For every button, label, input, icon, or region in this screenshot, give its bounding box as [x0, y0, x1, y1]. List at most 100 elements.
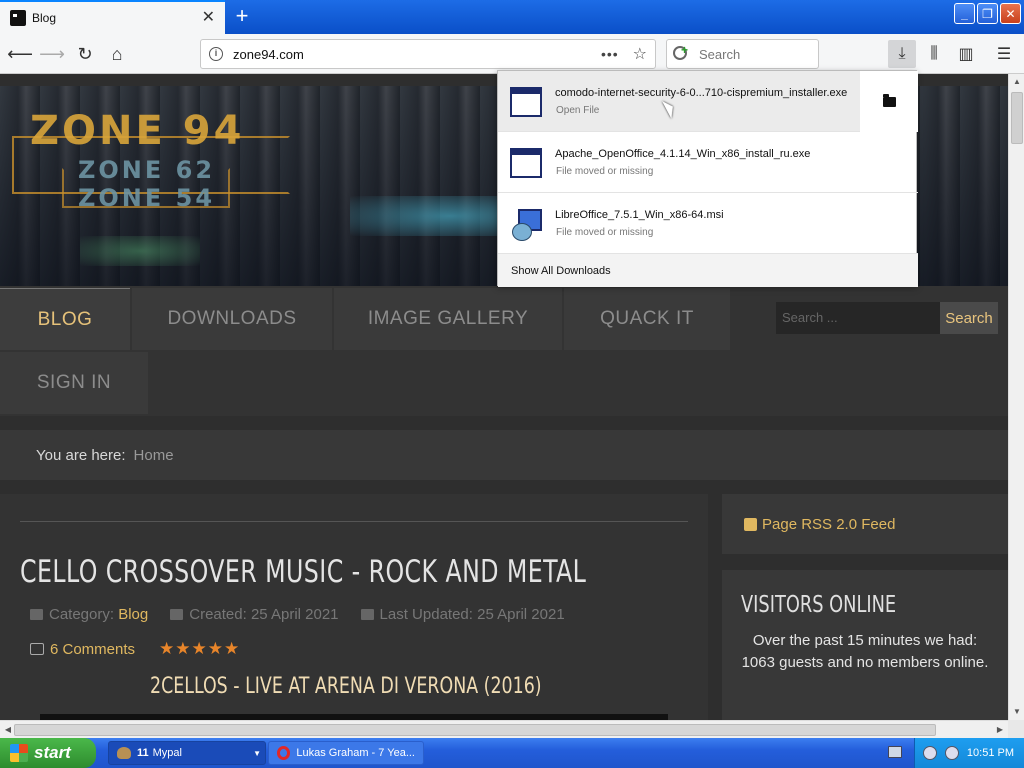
visitors-module: VISITORS ONLINE Over the past 15 minutes…: [722, 570, 1008, 720]
updated-date: Last Updated: 25 April 2021: [379, 606, 565, 623]
calendar-icon: [170, 609, 184, 620]
page-actions-icon[interactable]: •••: [601, 46, 619, 62]
download-filename: comodo-internet-security-6-0...710-cispr…: [555, 87, 848, 99]
download-filename: LibreOffice_7.5.1_Win_x86-64.msi: [555, 209, 724, 221]
minimize-button[interactable]: _: [954, 3, 975, 24]
windows-flag-icon: [10, 744, 28, 762]
downloads-icon[interactable]: ⤓: [888, 40, 916, 68]
open-folder-button[interactable]: [860, 71, 918, 132]
comments-row: 6 Comments ★★★★★: [30, 639, 240, 659]
download-filename: Apache_OpenOffice_4.1.14_Win_x86_install…: [555, 148, 811, 160]
restore-button[interactable]: ❐: [977, 3, 998, 24]
opera-icon: [277, 746, 291, 760]
site-logo-sub: ZONE 62: [78, 156, 216, 184]
close-window-button[interactable]: ✕: [1000, 3, 1021, 24]
msi-installer-icon: [510, 209, 542, 241]
breadcrumb-home-link[interactable]: Home: [134, 447, 174, 464]
tab-close-icon[interactable]: ✕: [202, 10, 215, 26]
main-menu: BLOG DOWNLOADS IMAGE GALLERY QUACK IT SI…: [0, 286, 1008, 416]
address-bar[interactable]: i zone94.com ••• ☆: [200, 39, 656, 69]
banner-glow: [80, 236, 200, 266]
back-arrow-icon[interactable]: ⟵: [7, 42, 33, 66]
task-label: Lukas Graham - 7 Yea...: [296, 747, 415, 759]
network-icon[interactable]: [944, 746, 959, 760]
url-text[interactable]: zone94.com: [233, 47, 601, 62]
downloads-panel: comodo-internet-security-6-0...710-cispr…: [497, 70, 918, 287]
menu-item-quack-it[interactable]: QUACK IT: [564, 288, 730, 350]
vertical-scrollbar[interactable]: ▲ ▼: [1008, 74, 1024, 720]
scroll-thumb[interactable]: [1011, 92, 1023, 144]
show-all-downloads-button[interactable]: Show All Downloads: [498, 254, 918, 287]
download-item[interactable]: comodo-internet-security-6-0...710-cispr…: [498, 71, 918, 132]
article-title[interactable]: CELLO CROSSOVER MUSIC - ROCK AND METAL: [20, 554, 586, 590]
group-label: Mypal: [152, 747, 182, 759]
menu-item-image-gallery[interactable]: IMAGE GALLERY: [334, 288, 562, 350]
download-item[interactable]: Apache_OpenOffice_4.1.14_Win_x86_install…: [498, 132, 918, 193]
video-title: 2CELLOS - LIVE AT ARENA DI VERONA (2016): [150, 674, 542, 699]
horizontal-scrollbar[interactable]: ◀ ▶: [0, 720, 1008, 738]
window-controls: _ ❐ ✕: [954, 3, 1021, 24]
chevron-down-icon: ▼: [253, 748, 261, 758]
tab-blog[interactable]: Blog ✕: [0, 0, 225, 34]
group-count: 11: [137, 747, 149, 759]
rss-link[interactable]: Page RSS 2.0 Feed: [762, 516, 895, 533]
article: CELLO CROSSOVER MUSIC - ROCK AND METAL C…: [0, 494, 708, 720]
taskbar-group-mypal[interactable]: 11 Mypal ▼: [108, 741, 266, 765]
site-search-input[interactable]: Search ...: [776, 302, 940, 334]
download-status: File moved or missing: [556, 227, 654, 238]
forward-arrow-icon[interactable]: ⟶: [39, 42, 65, 66]
article-category: Category: Blog: [30, 606, 148, 623]
visitors-title: VISITORS ONLINE: [741, 592, 897, 618]
scroll-up-icon[interactable]: ▲: [1009, 74, 1024, 90]
scrollbar-corner: [1008, 720, 1024, 738]
menu-item-blog[interactable]: BLOG: [0, 288, 130, 350]
bookmark-star-icon[interactable]: ☆: [633, 44, 647, 64]
category-link[interactable]: Blog: [118, 606, 148, 623]
site-favicon-icon: [10, 10, 26, 26]
sidebar-icon[interactable]: ▥: [952, 40, 980, 68]
calendar-icon: [360, 609, 374, 620]
rating-stars[interactable]: ★★★★★: [159, 639, 240, 659]
exe-file-icon: [510, 148, 542, 178]
comment-icon: [30, 643, 44, 655]
rss-module: Page RSS 2.0 Feed: [722, 494, 1008, 554]
article-updated: Last Updated: 25 April 2021: [360, 606, 565, 623]
tab-title: Blog: [32, 11, 57, 25]
system-tray: 10:51 PM: [914, 738, 1024, 768]
category-label: Category:: [49, 606, 115, 623]
clock[interactable]: 10:51 PM: [967, 747, 1014, 759]
site-logo[interactable]: ZONE 94: [30, 108, 244, 154]
download-item[interactable]: LibreOffice_7.5.1_Win_x86-64.msi File mo…: [498, 193, 918, 254]
comments-link[interactable]: 6 Comments: [50, 641, 135, 658]
scroll-down-icon[interactable]: ▼: [1009, 704, 1024, 720]
search-placeholder: Search: [699, 46, 741, 62]
menu-hamburger-icon[interactable]: ☰: [990, 40, 1018, 68]
home-icon[interactable]: ⌂: [105, 42, 129, 66]
start-button[interactable]: start: [0, 738, 96, 768]
tab-bar: Blog ✕ + _ ❐ ✕: [0, 0, 1024, 34]
taskbar-item-opera[interactable]: Lukas Graham - 7 Yea...: [268, 741, 424, 765]
scroll-thumb[interactable]: [14, 724, 936, 736]
site-search-button[interactable]: Search: [940, 302, 998, 334]
site-logo-sub: ZONE 54: [78, 184, 216, 212]
visitors-text: Over the past 15 minutes we had: 1063 gu…: [741, 632, 989, 671]
volume-icon[interactable]: [922, 746, 937, 760]
browser-search-input[interactable]: Search: [666, 39, 819, 69]
menu-item-downloads[interactable]: DOWNLOADS: [132, 288, 332, 350]
exe-file-icon: [510, 87, 542, 117]
folder-icon: [882, 93, 896, 107]
article-created: Created: 25 April 2021: [170, 606, 339, 623]
breadcrumb-lead: You are here:: [36, 446, 126, 464]
reload-icon[interactable]: ↻: [73, 42, 97, 66]
scroll-right-icon[interactable]: ▶: [992, 721, 1008, 739]
download-status: Open File: [556, 105, 600, 116]
article-meta: Category: Blog Created: 25 April 2021 La…: [30, 606, 565, 623]
breadcrumb: You are here: Home: [0, 430, 1008, 480]
site-info-icon[interactable]: i: [209, 47, 223, 61]
keyboard-icon[interactable]: [888, 746, 902, 758]
new-tab-button[interactable]: +: [231, 4, 253, 28]
menu-item-sign-in[interactable]: SIGN IN: [0, 352, 148, 414]
start-label: start: [34, 743, 71, 762]
navigation-toolbar: ⟵ ⟶ ↻ ⌂ i zone94.com ••• ☆ Search ⤓ ⫼ ▥ …: [0, 34, 1024, 74]
library-icon[interactable]: ⫼: [920, 40, 948, 68]
